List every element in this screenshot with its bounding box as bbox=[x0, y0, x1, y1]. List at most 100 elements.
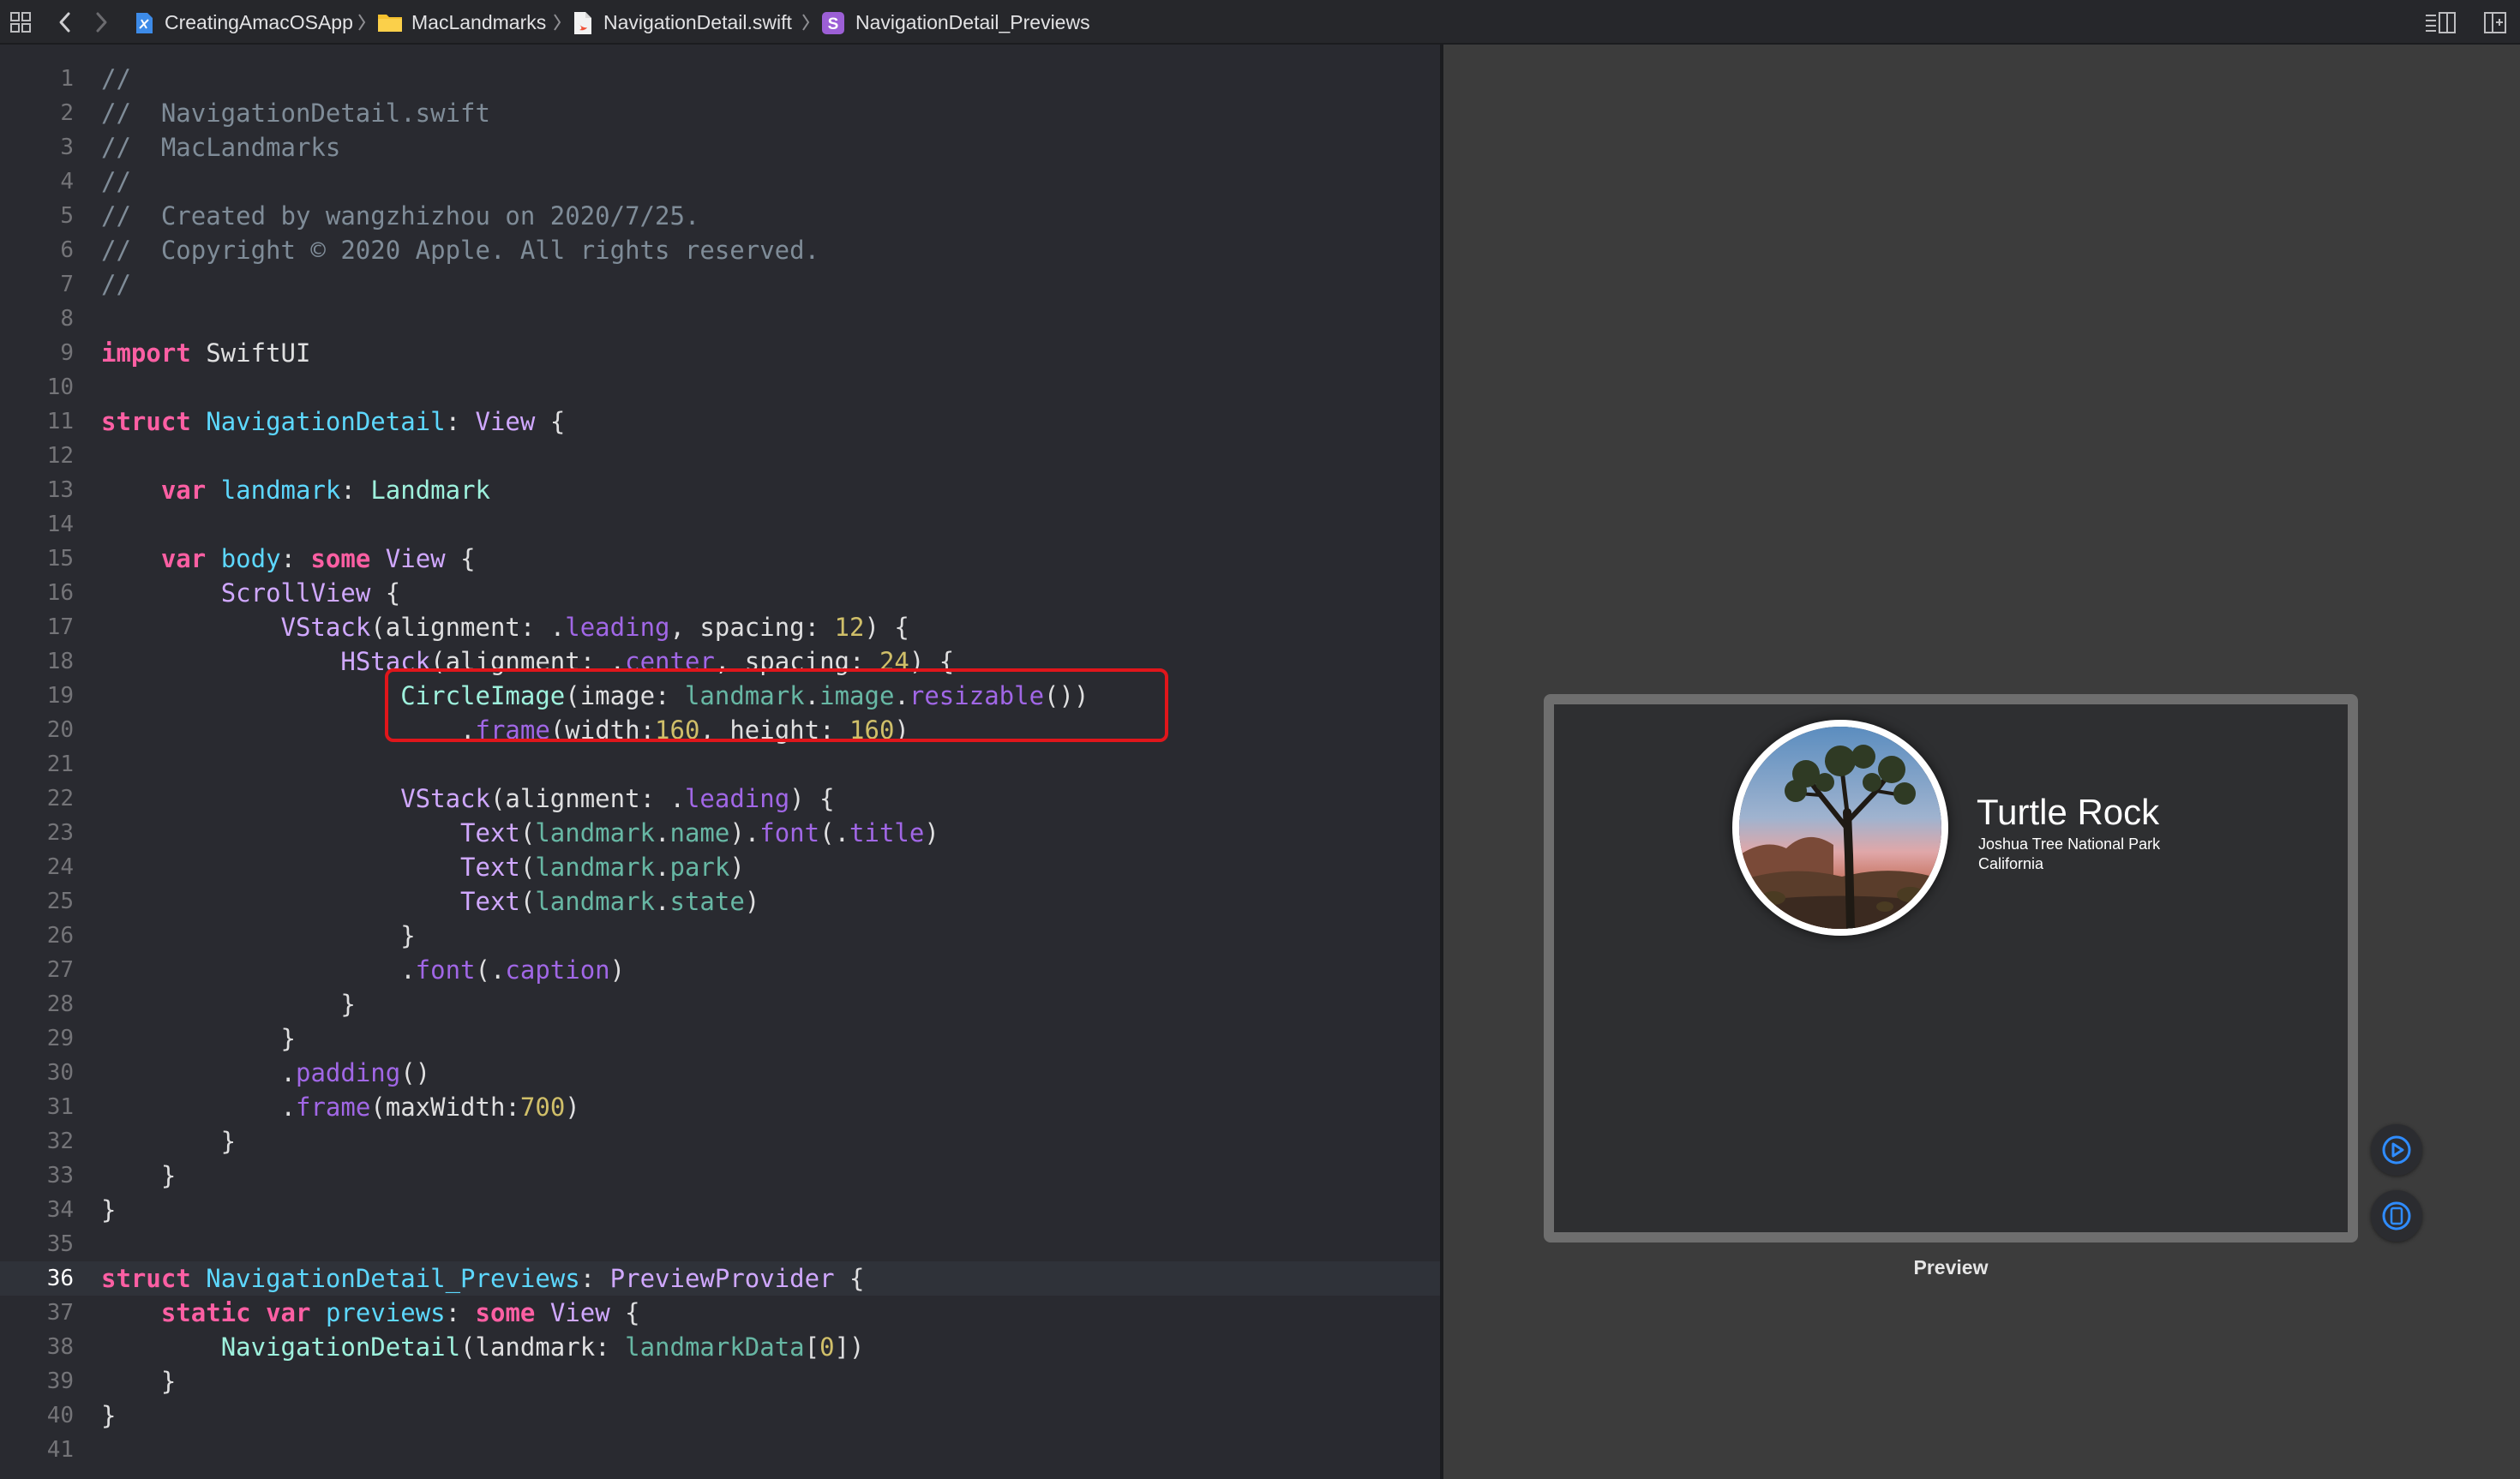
preview-park: Joshua Tree National Park bbox=[1978, 835, 2161, 853]
line-number: 16 bbox=[46, 580, 74, 606]
code-line[interactable]: 32 } bbox=[0, 1124, 1440, 1159]
code-line[interactable]: 24 Text(landmark.park) bbox=[0, 850, 1440, 884]
chevron-right-icon bbox=[552, 11, 562, 38]
live-preview-button[interactable] bbox=[2371, 1124, 2422, 1176]
code-token: . bbox=[655, 853, 670, 882]
code-token: (alignment: . bbox=[370, 613, 566, 642]
line-number: 5 bbox=[60, 203, 74, 229]
play-circle-icon bbox=[2382, 1135, 2411, 1165]
line-number: 27 bbox=[46, 957, 74, 983]
code-line[interactable]: 7 // bbox=[0, 267, 1440, 302]
code-line[interactable]: 30 .padding() bbox=[0, 1056, 1440, 1090]
preview-frame[interactable]: Turtle Rock Joshua Tree National Park Ca… bbox=[1544, 694, 2358, 1242]
breadcrumb-symbol[interactable]: NavigationDetail_Previews bbox=[855, 0, 1090, 45]
preview-title: Turtle Rock bbox=[1977, 792, 2160, 832]
breadcrumb-folder[interactable]: MacLandmarks bbox=[411, 0, 546, 45]
breadcrumb-file[interactable]: NavigationDetail.swift bbox=[603, 0, 792, 45]
code-token: NavigationDetail_Previews bbox=[206, 1264, 580, 1293]
back-arrow-icon[interactable] bbox=[55, 10, 75, 39]
code-line[interactable]: 5 // Created by wangzhizhou on 2020/7/25. bbox=[0, 199, 1440, 233]
code-line[interactable]: 13 var landmark: Landmark bbox=[0, 473, 1440, 507]
code-line[interactable]: 21 bbox=[0, 747, 1440, 781]
code-line[interactable]: 31 .frame(maxWidth:700) bbox=[0, 1090, 1440, 1124]
line-number: 19 bbox=[46, 683, 74, 709]
code-line[interactable]: 4 // bbox=[0, 165, 1440, 199]
line-number: 38 bbox=[46, 1334, 74, 1360]
code-token: . bbox=[101, 1093, 296, 1122]
line-number: 30 bbox=[46, 1060, 74, 1086]
code-token: body bbox=[220, 544, 281, 573]
code-text: Text(landmark.name).font(.title) bbox=[101, 816, 939, 850]
code-line[interactable]: 16 ScrollView { bbox=[0, 576, 1440, 610]
code-token: } bbox=[101, 921, 416, 950]
code-token: 0 bbox=[819, 1332, 835, 1362]
code-line[interactable]: 41 bbox=[0, 1433, 1440, 1467]
code-token: landmark bbox=[535, 818, 656, 847]
code-token: landmarkData bbox=[625, 1332, 805, 1362]
add-editor-icon[interactable] bbox=[2482, 10, 2508, 39]
code-line[interactable]: 17 VStack(alignment: .leading, spacing: … bbox=[0, 610, 1440, 644]
code-token: state bbox=[669, 887, 745, 916]
code-token: // bbox=[101, 270, 131, 299]
line-number: 29 bbox=[46, 1026, 74, 1051]
device-preview-button[interactable] bbox=[2371, 1190, 2422, 1242]
line-number: 34 bbox=[46, 1197, 74, 1223]
code-line[interactable]: 23 Text(landmark.name).font(.title) bbox=[0, 816, 1440, 850]
line-number: 35 bbox=[46, 1231, 74, 1257]
code-line[interactable]: 14 bbox=[0, 507, 1440, 542]
line-number: 14 bbox=[46, 512, 74, 537]
code-token: } bbox=[101, 1161, 177, 1190]
code-line[interactable]: 2 // NavigationDetail.swift bbox=[0, 96, 1440, 130]
code-line[interactable]: 10 bbox=[0, 370, 1440, 404]
code-text: } bbox=[101, 1398, 116, 1433]
code-line[interactable]: 35 bbox=[0, 1227, 1440, 1261]
code-line[interactable]: 6 // Copyright © 2020 Apple. All rights r… bbox=[0, 233, 1440, 267]
source-editor[interactable]: 1 // 2 // NavigationDetail.swift 3 // MacLand… bbox=[0, 45, 1440, 1479]
code-line[interactable]: 9 import SwiftUI bbox=[0, 336, 1440, 370]
code-line[interactable]: 25 Text(landmark.state) bbox=[0, 884, 1440, 919]
grid-icon[interactable] bbox=[9, 10, 33, 39]
code-line[interactable]: 12 bbox=[0, 439, 1440, 473]
code-line[interactable]: 39 } bbox=[0, 1364, 1440, 1398]
code-line[interactable]: 26 } bbox=[0, 919, 1440, 953]
code-line[interactable]: 37 static var previews: some View { bbox=[0, 1296, 1440, 1330]
code-line[interactable]: 27 .font(.caption) bbox=[0, 953, 1440, 987]
code-text: } bbox=[101, 1159, 176, 1193]
editor-options-icon[interactable] bbox=[2424, 10, 2458, 39]
code-line[interactable]: 22 VStack(alignment: .leading) { bbox=[0, 781, 1440, 816]
line-number: 41 bbox=[46, 1437, 74, 1463]
code-line[interactable]: 3 // MacLandmarks bbox=[0, 130, 1440, 165]
line-number: 28 bbox=[46, 991, 74, 1017]
code-text: } bbox=[101, 1124, 236, 1159]
code-line[interactable]: 8 bbox=[0, 302, 1440, 336]
breadcrumb-project[interactable]: CreatingAmacOSApp bbox=[165, 0, 353, 45]
code-token: } bbox=[101, 1401, 117, 1430]
code-token: landmark bbox=[535, 887, 656, 916]
line-number: 4 bbox=[60, 169, 74, 195]
code-line[interactable]: 38 NavigationDetail(landmark: landmarkDa… bbox=[0, 1330, 1440, 1364]
code-line[interactable]: 1 // bbox=[0, 62, 1440, 96]
code-line[interactable]: 33 } bbox=[0, 1159, 1440, 1193]
code-line[interactable]: 40} bbox=[0, 1398, 1440, 1433]
code-token: Text bbox=[460, 818, 520, 847]
code-text: NavigationDetail(landmark: landmarkData[… bbox=[101, 1330, 865, 1364]
code-text: var body: some View { bbox=[101, 542, 476, 576]
code-line[interactable]: 15 var body: some View { bbox=[0, 542, 1440, 576]
code-text: Text(landmark.state) bbox=[101, 884, 759, 919]
code-line[interactable]: 11 struct NavigationDetail: View { bbox=[0, 404, 1440, 439]
code-text: static var previews: some View { bbox=[101, 1296, 640, 1330]
forward-arrow-icon[interactable] bbox=[91, 10, 111, 39]
code-line[interactable]: 29 } bbox=[0, 1021, 1440, 1056]
line-number: 7 bbox=[60, 272, 74, 297]
code-line[interactable]: 34} bbox=[0, 1193, 1440, 1227]
code-line[interactable]: 36 struct NavigationDetail_Previews: Prev… bbox=[0, 1261, 1440, 1296]
code-line[interactable]: 28 } bbox=[0, 987, 1440, 1021]
line-number: 22 bbox=[46, 786, 74, 811]
